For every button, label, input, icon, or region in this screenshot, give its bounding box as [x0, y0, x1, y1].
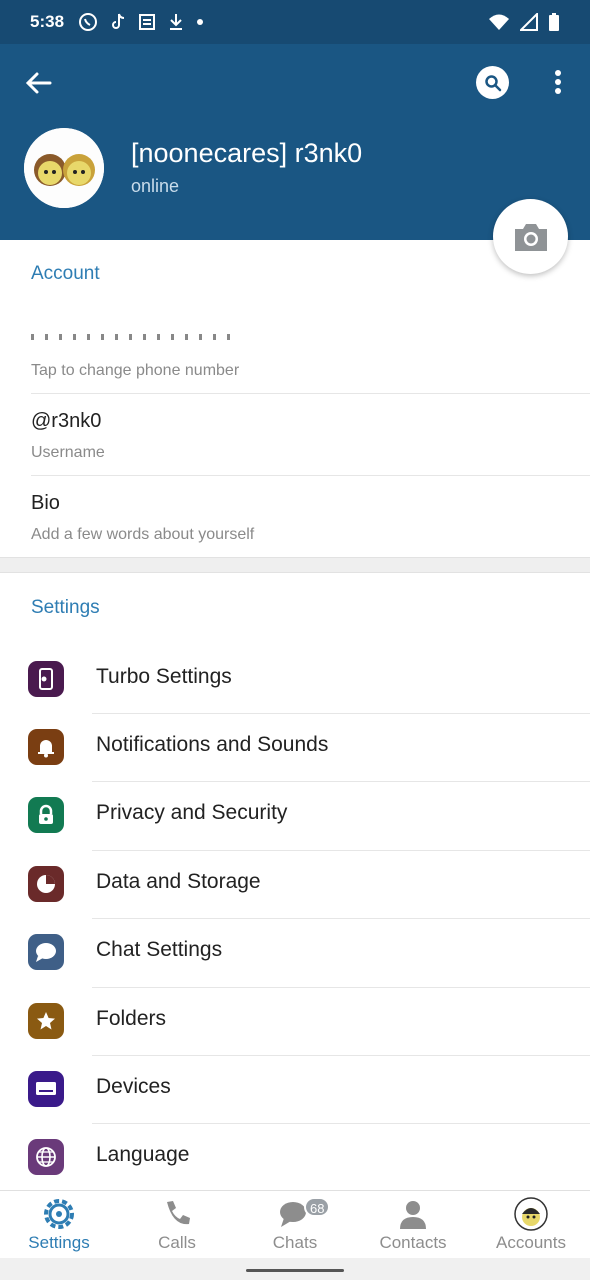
- username-value: @r3nk0: [31, 410, 102, 432]
- phone-hint: Tap to change phone number: [31, 362, 240, 379]
- tab-label: Settings: [28, 1233, 90, 1252]
- menu-label: Devices: [96, 1075, 171, 1098]
- bell-icon: [28, 729, 64, 765]
- gesture-navigation-area: [0, 1258, 590, 1280]
- back-arrow-icon: [25, 72, 52, 94]
- profile-status: online: [131, 176, 180, 196]
- news-icon: [139, 14, 156, 30]
- camera-icon: [514, 223, 547, 251]
- menu-label: Data and Storage: [96, 870, 261, 893]
- star-icon: [28, 1003, 64, 1039]
- gesture-handle[interactable]: [246, 1269, 344, 1272]
- tab-label: Calls: [158, 1233, 196, 1252]
- tab-accounts[interactable]: Accounts: [472, 1191, 590, 1259]
- viber-icon: [79, 13, 98, 31]
- bio-row[interactable]: Bio Add a few words about yourself: [0, 482, 590, 556]
- more-vertical-icon: [555, 70, 561, 94]
- status-time: 5:38: [30, 12, 65, 31]
- chat-bubble-icon: [28, 934, 64, 970]
- profile-avatar[interactable]: [24, 128, 104, 208]
- notification-icons: [78, 12, 204, 32]
- menu-label: Notifications and Sounds: [96, 733, 329, 756]
- phone-number-row[interactable]: Tap to change phone number: [0, 320, 590, 392]
- status-bar: 5:38: [0, 0, 590, 44]
- tab-settings[interactable]: Settings: [0, 1191, 118, 1259]
- phone-number-redacted: [31, 334, 231, 340]
- account-section-title: Account: [31, 263, 100, 284]
- globe-icon: [28, 1139, 64, 1175]
- account-avatar-icon: [514, 1197, 548, 1231]
- settings-section-title: Settings: [31, 597, 100, 618]
- system-icons: [488, 12, 560, 32]
- bio-value: Bio: [31, 492, 60, 514]
- search-icon: [484, 74, 501, 91]
- avatar-image: [24, 128, 104, 208]
- menu-item-language[interactable]: Language: [0, 1123, 590, 1191]
- menu-label: Turbo Settings: [96, 665, 232, 688]
- dot-icon: [197, 19, 204, 25]
- tab-label: Accounts: [496, 1233, 566, 1252]
- more-menu-button[interactable]: [548, 68, 568, 98]
- download-icon: [170, 14, 183, 30]
- phone-icon: [167, 1201, 190, 1225]
- signal-icon: [520, 13, 538, 31]
- bottom-navigation: Settings Calls 68 Chats Contacts Account…: [0, 1190, 590, 1258]
- tab-calls[interactable]: Calls: [118, 1191, 236, 1259]
- menu-item-privacy[interactable]: Privacy and Security: [0, 781, 590, 849]
- bio-hint: Add a few words about yourself: [31, 526, 255, 543]
- menu-item-devices[interactable]: Devices: [0, 1055, 590, 1123]
- username-label: Username: [31, 444, 105, 461]
- tab-label: Contacts: [379, 1233, 447, 1252]
- gear-icon: [44, 1199, 74, 1229]
- menu-label: Folders: [96, 1007, 167, 1030]
- username-row[interactable]: @r3nk0 Username: [0, 400, 590, 474]
- menu-item-data-storage[interactable]: Data and Storage: [0, 850, 590, 918]
- tab-chats[interactable]: 68 Chats: [236, 1191, 354, 1259]
- divider: [31, 393, 590, 394]
- menu-label: Chat Settings: [96, 938, 223, 961]
- tab-contacts[interactable]: Contacts: [354, 1191, 472, 1259]
- menu-item-notifications[interactable]: Notifications and Sounds: [0, 713, 590, 781]
- turbo-settings-icon: [28, 661, 64, 697]
- tab-label: Chats: [272, 1233, 318, 1252]
- back-button[interactable]: [22, 66, 56, 100]
- section-separator: [0, 557, 590, 573]
- divider: [31, 475, 590, 476]
- search-button[interactable]: [476, 66, 509, 99]
- profile-name: [noonecares] r3nk0: [131, 138, 363, 168]
- wifi-icon: [489, 14, 509, 30]
- battery-icon: [549, 13, 559, 31]
- tiktok-icon: [112, 13, 125, 29]
- lock-icon: [28, 797, 64, 833]
- menu-item-turbo-settings[interactable]: Turbo Settings: [0, 645, 590, 713]
- pie-chart-icon: [28, 866, 64, 902]
- monitor-icon: [28, 1071, 64, 1107]
- menu-item-chat-settings[interactable]: Chat Settings: [0, 918, 590, 986]
- menu-item-folders[interactable]: Folders: [0, 987, 590, 1055]
- menu-label: Privacy and Security: [96, 801, 288, 824]
- set-photo-button[interactable]: [493, 199, 568, 274]
- person-icon: [400, 1201, 426, 1229]
- menu-label: Language: [96, 1143, 190, 1166]
- unread-badge: 68: [304, 1197, 331, 1217]
